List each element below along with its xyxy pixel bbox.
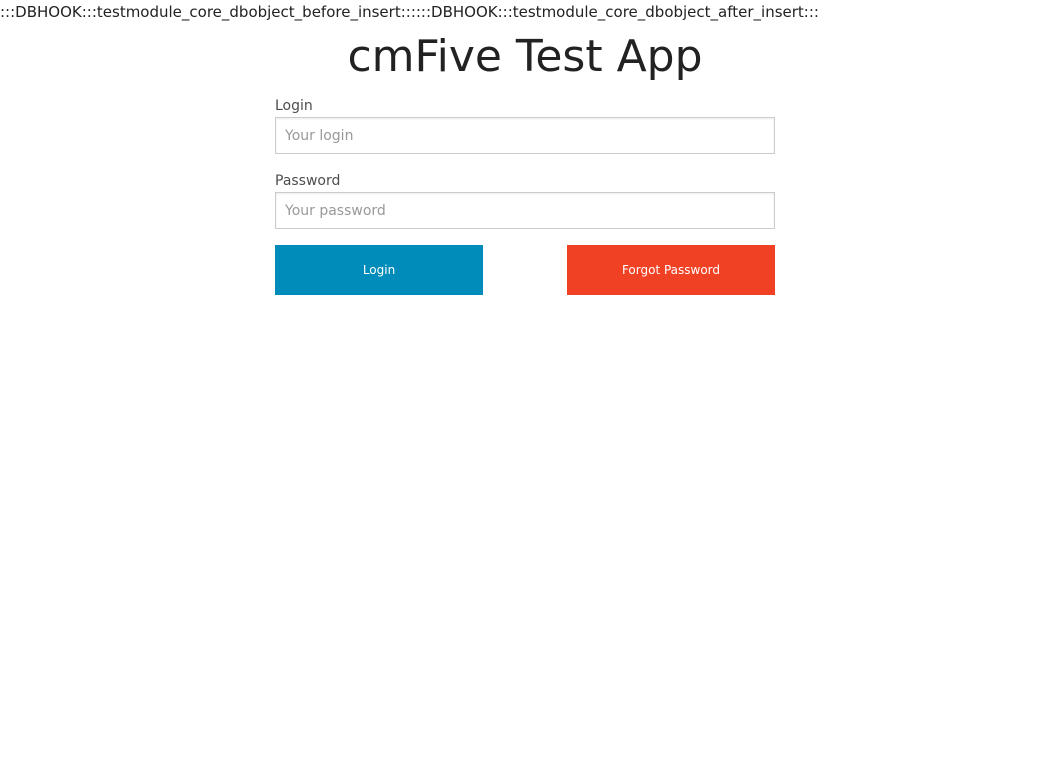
button-row: Login Forgot Password (275, 245, 775, 295)
forgot-password-button[interactable]: Forgot Password (567, 245, 775, 295)
login-form: Login Password Login Forgot Password (275, 96, 775, 295)
field-spacer (275, 154, 775, 171)
page-title: cmFive Test App (347, 31, 703, 82)
login-label: Login (275, 98, 313, 114)
debug-hook-output: :::DBHOOK:::testmodule_core_dbobject_bef… (0, 3, 819, 21)
login-input[interactable] (275, 117, 775, 154)
password-label: Password (275, 173, 341, 189)
login-button[interactable]: Login (275, 245, 483, 295)
password-input[interactable] (275, 192, 775, 229)
